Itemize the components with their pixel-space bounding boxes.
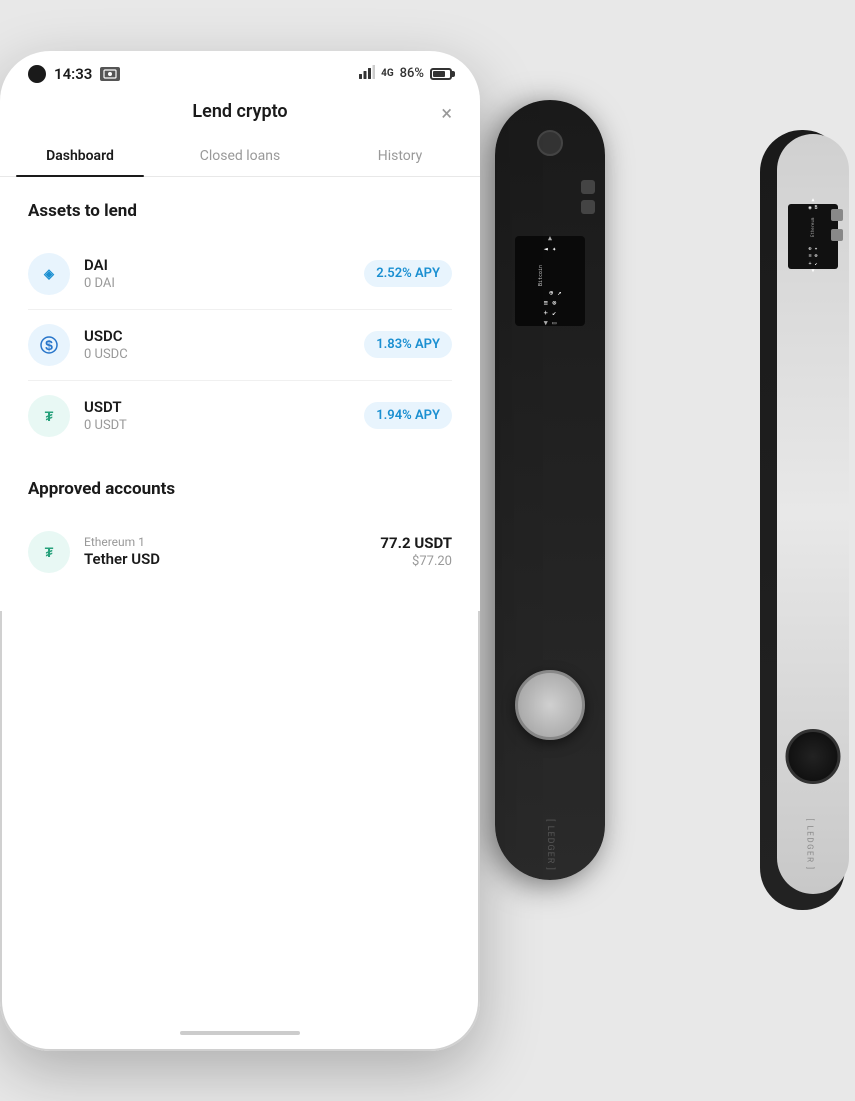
tab-history[interactable]: History bbox=[320, 136, 480, 176]
asset-balance-usdc: 0 USDC bbox=[84, 347, 364, 362]
status-bar: 14:33 4G 86% bbox=[0, 51, 480, 91]
account-name: Tether USD bbox=[84, 550, 380, 568]
ledger-front-device: ▲ ◄ ✦ Bitcoin ⊕ ↗ ≡ ⊗ + ↙ ▼ ▭ [ LEDGER ] bbox=[495, 100, 605, 880]
image-icon bbox=[100, 67, 120, 81]
asset-list: ◈ DAI 0 DAI 2.52% APY $ bbox=[28, 239, 452, 451]
asset-name-dai: DAI bbox=[84, 256, 364, 274]
ledger-devices: ▲ ◄ ✦ Bitcoin ⊕ ↗ ≡ ⊗ + ↙ ▼ ▭ [ LEDGER ] bbox=[475, 50, 855, 1050]
account-icon-usdt: ₮ bbox=[28, 531, 70, 573]
ledger-side-main-button[interactable] bbox=[786, 729, 841, 784]
svg-text:₮: ₮ bbox=[45, 544, 54, 560]
asset-info-usdt: USDT 0 USDT bbox=[84, 398, 364, 433]
camera-notch bbox=[28, 65, 46, 83]
status-right: 4G 86% bbox=[359, 65, 452, 82]
phone-shell: 14:33 4G 86% bbox=[0, 51, 480, 1051]
svg-text:◈: ◈ bbox=[43, 266, 55, 281]
usdt-icon: ₮ bbox=[28, 395, 70, 437]
ledger-front-screen: ▲ ◄ ✦ Bitcoin ⊕ ↗ ≡ ⊗ + ↙ ▼ ▭ bbox=[515, 236, 585, 326]
status-left: 14:33 bbox=[28, 65, 120, 83]
signal-icon bbox=[359, 65, 375, 82]
svg-text:₮: ₮ bbox=[45, 408, 54, 424]
asset-balance-usdt: 0 USDT bbox=[84, 418, 364, 433]
network-icon: 4G bbox=[381, 68, 394, 79]
ledger-side-device: ▲ ◉ B Ethereum ⊕ ✦ ≡ ⊗ + ↙ ▼ [ LEDGER ] bbox=[760, 130, 845, 910]
approved-section-title: Approved accounts bbox=[28, 479, 452, 499]
asset-name-usdt: USDT bbox=[84, 398, 364, 416]
bottom-indicator bbox=[180, 1031, 300, 1035]
main-content: Assets to lend ◈ DAI 0 DAI 2.52% APY bbox=[0, 177, 480, 611]
dai-icon: ◈ bbox=[28, 253, 70, 295]
asset-info-usdc: USDC 0 USDC bbox=[84, 327, 364, 362]
apy-badge-dai: 2.52% APY bbox=[364, 260, 452, 287]
asset-balance-dai: 0 DAI bbox=[84, 276, 364, 291]
account-info-tether: Ethereum 1 Tether USD bbox=[84, 535, 380, 568]
battery-icon bbox=[430, 68, 452, 80]
apy-badge-usdt: 1.94% APY bbox=[364, 402, 452, 429]
tab-dashboard[interactable]: Dashboard bbox=[0, 136, 160, 176]
tabs-container: Dashboard Closed loans History bbox=[0, 136, 480, 177]
usdc-icon: $ bbox=[28, 324, 70, 366]
approved-section: Approved accounts ₮ Ethereum 1 Tether US… bbox=[28, 479, 452, 587]
battery-percent: 86% bbox=[400, 66, 424, 81]
svg-text:$: $ bbox=[45, 337, 53, 353]
app-title: Lend crypto bbox=[192, 101, 287, 122]
assets-section-title: Assets to lend bbox=[28, 201, 452, 221]
account-usd: $77.20 bbox=[380, 554, 452, 569]
status-time: 14:33 bbox=[54, 65, 92, 83]
account-item-tether[interactable]: ₮ Ethereum 1 Tether USD 77.2 USDT $77.20 bbox=[28, 517, 452, 587]
apy-badge-usdc: 1.83% APY bbox=[364, 331, 452, 358]
asset-info-dai: DAI 0 DAI bbox=[84, 256, 364, 291]
close-button[interactable]: × bbox=[441, 101, 452, 125]
asset-item-dai[interactable]: ◈ DAI 0 DAI 2.52% APY bbox=[28, 239, 452, 310]
account-amount: 77.2 USDT bbox=[380, 534, 452, 552]
account-value: 77.2 USDT $77.20 bbox=[380, 534, 452, 569]
asset-item-usdt[interactable]: ₮ USDT 0 USDT 1.94% APY bbox=[28, 381, 452, 451]
account-network: Ethereum 1 bbox=[84, 535, 380, 549]
asset-name-usdc: USDC bbox=[84, 327, 364, 345]
ledger-front-main-button[interactable] bbox=[515, 670, 585, 740]
tab-closed-loans[interactable]: Closed loans bbox=[160, 136, 320, 176]
app-header: Lend crypto × bbox=[0, 91, 480, 136]
asset-item-usdc[interactable]: $ USDC 0 USDC 1.83% APY bbox=[28, 310, 452, 381]
